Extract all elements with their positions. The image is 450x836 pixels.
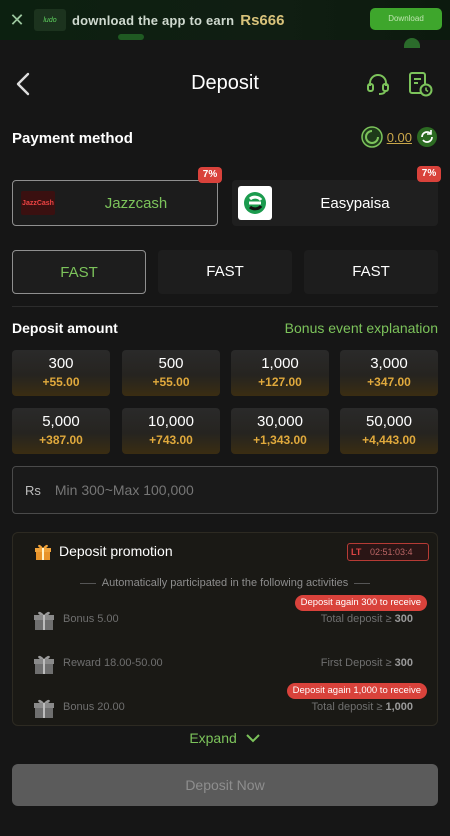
- gift-icon: [35, 544, 51, 560]
- amount-bonus: +347.00: [367, 375, 411, 389]
- deposit-amount-title: Deposit amount: [12, 320, 118, 336]
- rebate-badge: 7%: [417, 166, 441, 182]
- deposit-again-tag: Deposit again 1,000 to receive: [286, 683, 427, 699]
- promotion-requirement: First Deposit ≥ 300: [320, 657, 413, 669]
- balance-display: 0.00: [360, 126, 438, 148]
- deposit-again-tag: Deposit again 300 to receive: [294, 595, 427, 611]
- amount-bonus: +55.00: [152, 375, 190, 389]
- amount-placeholder: Min 300~Max 100,000: [54, 482, 194, 498]
- promotion-requirement: Total deposit ≥ 300: [320, 613, 413, 625]
- channel-option[interactable]: FAST: [158, 250, 292, 294]
- easypaisa-logo: [238, 186, 272, 220]
- countdown-timer: LT 02:51:03:4: [347, 543, 429, 561]
- amount-tile[interactable]: 30,000 +1,343.00: [231, 408, 329, 454]
- close-icon[interactable]: ✕: [0, 10, 34, 31]
- gift-box-icon: [34, 699, 54, 718]
- amount-bonus: +127.00: [258, 375, 302, 389]
- banner-decoration: [118, 34, 144, 40]
- amount-bonus: +55.00: [42, 375, 80, 389]
- amount-value: 1,000: [261, 355, 299, 372]
- amount-tile[interactable]: 50,000 +4,443.00: [340, 408, 438, 454]
- amount-value: 10,000: [148, 413, 194, 430]
- gift-box-icon: [34, 655, 54, 674]
- promotion-label: Bonus 5.00: [63, 613, 119, 625]
- amount-tile[interactable]: 300 +55.00: [12, 350, 110, 396]
- amount-value: 300: [48, 355, 74, 372]
- amount-value: 500: [158, 355, 184, 372]
- amount-tile[interactable]: 5,000 +387.00: [12, 408, 110, 454]
- channel-option[interactable]: FAST: [12, 250, 146, 294]
- promotion-row: Bonus 20.00 Total deposit ≥ 1,000 Deposi…: [31, 683, 431, 723]
- divider: [12, 306, 438, 307]
- deposit-now-button[interactable]: Deposit Now: [12, 764, 438, 806]
- payment-option-label: Easypaisa: [320, 194, 390, 212]
- promotion-row: Bonus 5.00 Total deposit ≥ 300 Deposit a…: [31, 595, 431, 635]
- promotion-label: Bonus 20.00: [63, 701, 125, 713]
- bonus-explanation-link[interactable]: Bonus event explanation: [285, 320, 438, 336]
- record-clock-icon[interactable]: [406, 70, 434, 98]
- payment-method-title: Payment method: [12, 130, 133, 147]
- promotion-row: Reward 18.00-50.00 First Deposit ≥ 300: [31, 649, 431, 679]
- amount-value: 5,000: [42, 413, 80, 430]
- amount-input[interactable]: Rs Min 300~Max 100,000: [12, 466, 438, 514]
- deposit-promotion-panel: Deposit promotion LT 02:51:03:4 Automati…: [12, 532, 438, 726]
- app-download-banner[interactable]: ✕ ludo download the app to earn Rs666 Do…: [0, 0, 450, 48]
- amount-tile[interactable]: 10,000 +743.00: [122, 408, 220, 454]
- amount-bonus: +4,443.00: [362, 433, 416, 447]
- channel-option[interactable]: FAST: [304, 250, 438, 294]
- banner-amount: Rs666: [240, 11, 285, 29]
- app-logo: ludo: [34, 9, 66, 31]
- expand-label: Expand: [189, 730, 237, 746]
- amount-tile[interactable]: 500 +55.00: [122, 350, 220, 396]
- gift-box-icon: [34, 611, 54, 630]
- page-header: Deposit: [0, 58, 450, 110]
- promotion-subtitle: Automatically participated in the follow…: [13, 577, 437, 589]
- amount-value: 3,000: [370, 355, 408, 372]
- amount-bonus: +1,343.00: [253, 433, 307, 447]
- amount-tile[interactable]: 1,000 +127.00: [231, 350, 329, 396]
- wallet-icon: [360, 126, 383, 148]
- amount-bonus: +387.00: [39, 433, 83, 447]
- chevron-down-icon: [245, 734, 260, 743]
- amount-bonus: +743.00: [149, 433, 193, 447]
- payment-option-label: Jazzcash: [104, 194, 168, 212]
- currency-label: Rs: [25, 482, 41, 498]
- banner-text: download the app to earn: [72, 12, 235, 28]
- countdown-value: 02:51:03:4: [370, 547, 413, 557]
- amount-value: 30,000: [257, 413, 303, 430]
- banner-decoration: [404, 38, 420, 48]
- amount-value: 50,000: [366, 413, 412, 430]
- refresh-icon[interactable]: [416, 126, 438, 148]
- jazzcash-logo: JazzCash: [21, 191, 55, 215]
- rebate-badge: 7%: [198, 167, 222, 183]
- promotion-requirement: Total deposit ≥ 1,000: [311, 701, 413, 713]
- limited-time-tag: LT: [351, 547, 362, 557]
- payment-option-easypaisa[interactable]: Easypaisa 7%: [232, 166, 441, 226]
- promotion-title: Deposit promotion: [59, 543, 173, 559]
- headset-icon[interactable]: [364, 70, 392, 98]
- balance-value: 0.00: [386, 129, 412, 145]
- promotion-label: Reward 18.00-50.00: [63, 657, 163, 669]
- download-button[interactable]: Download: [370, 8, 442, 30]
- expand-button[interactable]: Expand: [0, 730, 450, 746]
- payment-option-jazzcash[interactable]: JazzCash Jazzcash 7%: [12, 167, 222, 226]
- amount-tile[interactable]: 3,000 +347.00: [340, 350, 438, 396]
